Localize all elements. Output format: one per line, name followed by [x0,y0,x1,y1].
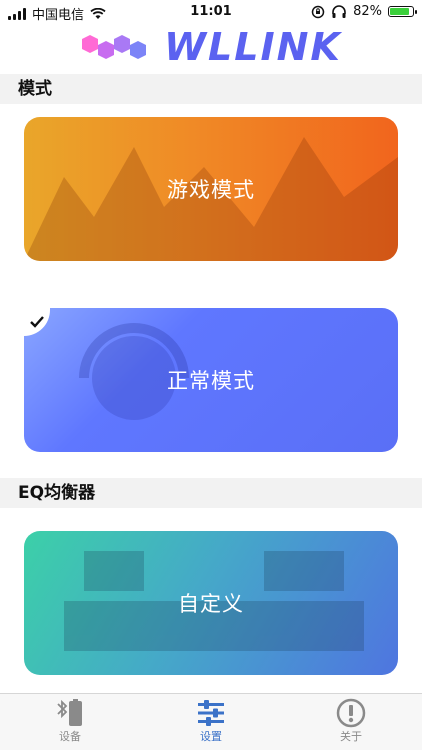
normal-mode-label: 正常模式 [167,369,255,393]
battery-percent: 82% [353,4,382,19]
info-alert-icon [311,698,391,728]
tab-about-label: 关于 [340,730,362,743]
sliders-icon [171,698,251,728]
hexagon-logo-icon [82,35,147,59]
battery-icon [388,6,417,17]
status-bar: 中国电信 11:01 82% [0,0,422,24]
section-title-mode: 模式 [0,74,422,104]
tab-about[interactable]: 关于 [311,698,391,744]
headphones-icon [332,4,346,18]
tab-settings-label: 设置 [200,730,222,743]
game-mode-card[interactable]: 游戏模式 [24,117,398,261]
checkmark-icon [30,316,44,328]
tab-device-label: 设备 [59,730,81,743]
custom-eq-card[interactable]: 自定义 [24,531,398,675]
normal-mode-card[interactable]: 正常模式 [24,308,398,452]
section-title-eq: EQ均衡器 [0,478,422,508]
brand-logo-text: WLLINK [164,25,342,69]
bluetooth-battery-icon [30,698,110,728]
game-mode-label: 游戏模式 [167,178,255,202]
custom-eq-label: 自定义 [178,592,244,616]
tab-device[interactable]: 设备 [30,698,110,744]
app-header: WLLINK [0,25,422,69]
orientation-lock-icon [311,5,325,18]
tab-settings[interactable]: 设置 [171,698,251,744]
status-right: 82% [311,4,417,19]
tab-bar: 设备 设置 关于 [0,693,422,750]
